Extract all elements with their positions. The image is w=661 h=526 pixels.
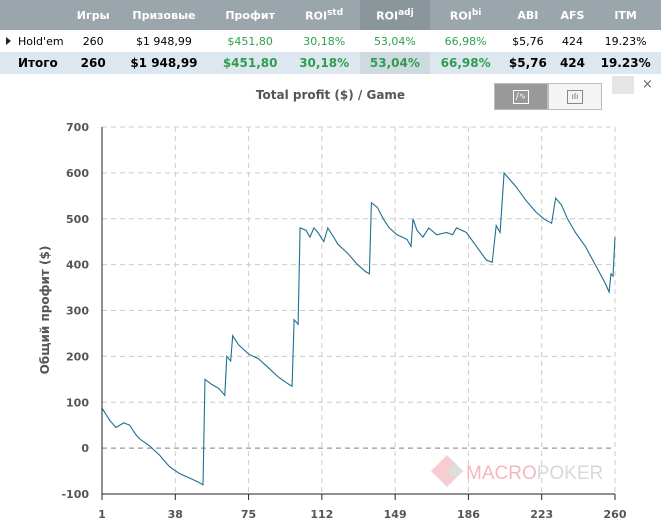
x-tick-label: 38	[168, 508, 183, 521]
profit-line	[101, 171, 616, 486]
line-chart-button[interactable]: ∕∿	[494, 83, 548, 110]
line-chart-icon: ∕∿	[513, 89, 529, 104]
y-tick-label: 300	[66, 305, 89, 318]
x-tick-label: 75	[241, 508, 256, 521]
close-icon[interactable]: ×	[642, 77, 653, 92]
y-tick-label: 200	[66, 350, 89, 363]
x-tick-label: 112	[310, 508, 333, 521]
x-tick-label: 1	[98, 508, 106, 521]
y-tick-label: 700	[66, 121, 89, 134]
bar-chart-icon: ılı	[567, 89, 583, 104]
x-tick-label: 149	[384, 508, 407, 521]
y-tick-label: 0	[81, 442, 89, 455]
x-tick-label: 186	[457, 508, 480, 521]
svg-text:MACROPOKER: MACROPOKER	[466, 463, 603, 484]
y-tick-label: 100	[66, 396, 89, 409]
y-tick-label: 400	[66, 259, 89, 272]
y-tick-label: -100	[61, 488, 89, 501]
profit-chart: MACROPOKER -100 0 100 200 300 400 500 600 700 1 38…	[38, 121, 627, 521]
x-tick-label: 260	[604, 508, 627, 521]
macropoker-watermark: MACROPOKER	[431, 455, 603, 487]
y-tick-label: 600	[66, 167, 89, 180]
y-axis-label: Общий профит ($)	[38, 246, 52, 375]
x-tick-label: 223	[530, 508, 553, 521]
y-tick-label: 500	[66, 213, 89, 226]
camera-icon[interactable]	[612, 76, 634, 94]
bar-chart-button[interactable]: ılı	[548, 83, 602, 110]
